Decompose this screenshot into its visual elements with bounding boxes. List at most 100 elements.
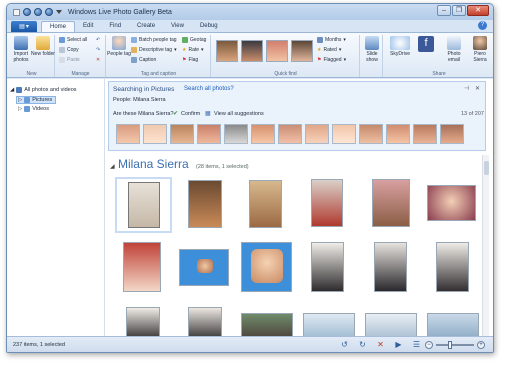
slide-show-button[interactable]: Slide show xyxy=(361,36,383,63)
people-thumbnails xyxy=(216,40,313,62)
person-thumbnail[interactable] xyxy=(241,40,263,62)
chevron-down-icon: ▾ xyxy=(174,47,177,53)
confirm-button[interactable]: Confirm xyxy=(181,111,200,117)
photo-thumbnail-selected[interactable] xyxy=(115,177,172,233)
face-suggestions xyxy=(116,124,464,144)
person-thumbnail[interactable] xyxy=(266,40,288,62)
refresh-icon[interactable] xyxy=(45,8,53,16)
rotate-right-icon[interactable]: ↷ xyxy=(96,47,100,53)
collapse-triangle-icon[interactable]: ◢ xyxy=(110,164,115,170)
rotate-right-icon[interactable]: ↻ xyxy=(358,340,367,349)
search-panel: Searching in Pictures Search all photos?… xyxy=(108,81,486,151)
delete-icon[interactable]: ✕ xyxy=(96,57,100,63)
face-thumbnail[interactable] xyxy=(386,124,410,144)
rated-filter-button[interactable]: ★ Rated ▾ xyxy=(317,47,341,53)
rotate-left-icon[interactable]: ↺ xyxy=(340,340,349,349)
face-thumbnail[interactable] xyxy=(251,124,275,144)
photo-thumbnail[interactable] xyxy=(123,242,161,292)
photo-thumbnail[interactable] xyxy=(241,242,292,292)
photo-thumbnail[interactable] xyxy=(427,185,476,221)
flagged-filter-button[interactable]: ⚑ Flagged ▾ xyxy=(317,57,346,63)
pin-icon[interactable]: ⊣ xyxy=(464,85,469,92)
import-photos-button[interactable]: Import photos xyxy=(9,36,33,63)
photo-thumbnail[interactable] xyxy=(427,313,479,338)
photo-thumbnail[interactable] xyxy=(249,180,282,228)
content-area: ◢ All photos and videos ▷ Pictures ▷ Videos… xyxy=(7,79,493,338)
new-folder-button[interactable]: New folder xyxy=(31,36,55,57)
maximize-button[interactable]: ❐ xyxy=(452,5,466,16)
photo-thumbnail[interactable] xyxy=(311,242,344,292)
face-thumbnail[interactable] xyxy=(413,124,437,144)
tab-edit[interactable]: Edit xyxy=(75,21,101,32)
view-all-suggestions-button[interactable]: View all suggestions xyxy=(214,111,264,117)
face-thumbnail[interactable] xyxy=(332,124,356,144)
photo-thumbnail[interactable] xyxy=(374,242,407,292)
flag-button[interactable]: ⚑ Flag xyxy=(182,57,198,63)
details-view-icon[interactable]: ☰ xyxy=(412,340,421,349)
scrollbar-thumb[interactable] xyxy=(484,161,489,175)
tab-home[interactable]: Home xyxy=(41,21,76,32)
customize-chevron-icon[interactable] xyxy=(56,10,62,14)
search-all-link[interactable]: Search all photos? xyxy=(184,86,234,92)
rate-button[interactable]: ★ Rate ▾ xyxy=(182,47,204,53)
slideshow-icon[interactable]: ▶ xyxy=(394,340,403,349)
face-thumbnail[interactable] xyxy=(224,124,248,144)
user-account-button[interactable]: Piero Sierra xyxy=(468,36,492,63)
zoom-out-button[interactable]: − xyxy=(425,341,433,349)
zoom-slider-knob[interactable] xyxy=(448,341,452,349)
face-thumbnail[interactable] xyxy=(278,124,302,144)
photo-thumbnail[interactable] xyxy=(372,179,410,227)
nav-all-photos[interactable]: ◢ All photos and videos xyxy=(10,87,77,93)
back-icon[interactable] xyxy=(23,8,31,16)
photo-thumbnail[interactable] xyxy=(179,249,229,286)
rotate-icon[interactable]: ↶ xyxy=(96,37,100,43)
tab-view[interactable]: View xyxy=(163,21,192,32)
people-tag-button[interactable]: People tag xyxy=(107,36,131,57)
app-menu-icon[interactable] xyxy=(13,8,20,16)
skydrive-button[interactable]: SkyDrive xyxy=(388,36,412,57)
select-all-button[interactable]: Select all xyxy=(59,37,87,43)
photo-thumbnail[interactable] xyxy=(436,242,469,292)
photo-email-button[interactable]: Photo email xyxy=(442,36,466,63)
batch-people-tag-button[interactable]: Batch people tag xyxy=(131,37,177,43)
copy-button[interactable]: Copy xyxy=(59,47,79,53)
photo-thumbnail[interactable] xyxy=(188,307,222,338)
months-filter-button[interactable]: Months ▾ xyxy=(317,37,346,43)
photo-thumbnail[interactable] xyxy=(303,313,355,338)
forward-icon[interactable] xyxy=(34,8,42,16)
paste-button[interactable]: Paste xyxy=(59,57,80,63)
face-thumbnail[interactable] xyxy=(359,124,383,144)
file-menu-button[interactable]: ▤ ▾ xyxy=(11,21,37,32)
tab-find[interactable]: Find xyxy=(101,21,129,32)
descriptive-tag-button[interactable]: Descriptive tag ▾ xyxy=(131,47,177,53)
photo-thumbnail[interactable] xyxy=(126,307,160,338)
tab-create[interactable]: Create xyxy=(129,21,163,32)
person-thumbnail[interactable] xyxy=(216,40,238,62)
delete-icon[interactable]: ✕ xyxy=(376,340,385,349)
geotag-button[interactable]: Geotag xyxy=(182,37,206,43)
photo-thumbnail[interactable] xyxy=(365,313,417,338)
vertical-scrollbar[interactable] xyxy=(482,155,489,338)
close-icon[interactable]: ✕ xyxy=(475,85,480,92)
face-thumbnail[interactable] xyxy=(143,124,167,144)
chevron-down-icon: ▾ xyxy=(343,57,347,63)
help-icon[interactable]: ? xyxy=(478,21,487,30)
facebook-button[interactable]: f xyxy=(414,36,438,53)
photo-thumbnail[interactable] xyxy=(241,313,293,338)
zoom-slider[interactable] xyxy=(436,341,474,349)
face-thumbnail[interactable] xyxy=(440,124,464,144)
nav-videos[interactable]: ▷ Videos xyxy=(18,106,49,112)
person-thumbnail[interactable] xyxy=(291,40,313,62)
face-thumbnail[interactable] xyxy=(170,124,194,144)
zoom-in-button[interactable]: + xyxy=(477,341,485,349)
minimize-button[interactable]: – xyxy=(437,5,451,16)
face-thumbnail[interactable] xyxy=(305,124,329,144)
close-button[interactable]: ✕ xyxy=(467,5,489,16)
photo-thumbnail[interactable] xyxy=(311,179,343,227)
nav-pictures[interactable]: ▷ Pictures xyxy=(16,96,57,104)
caption-button[interactable]: Caption xyxy=(131,57,156,63)
photo-thumbnail[interactable] xyxy=(188,180,222,228)
face-thumbnail[interactable] xyxy=(197,124,221,144)
face-thumbnail[interactable] xyxy=(116,124,140,144)
tab-debug[interactable]: Debug xyxy=(192,21,226,32)
